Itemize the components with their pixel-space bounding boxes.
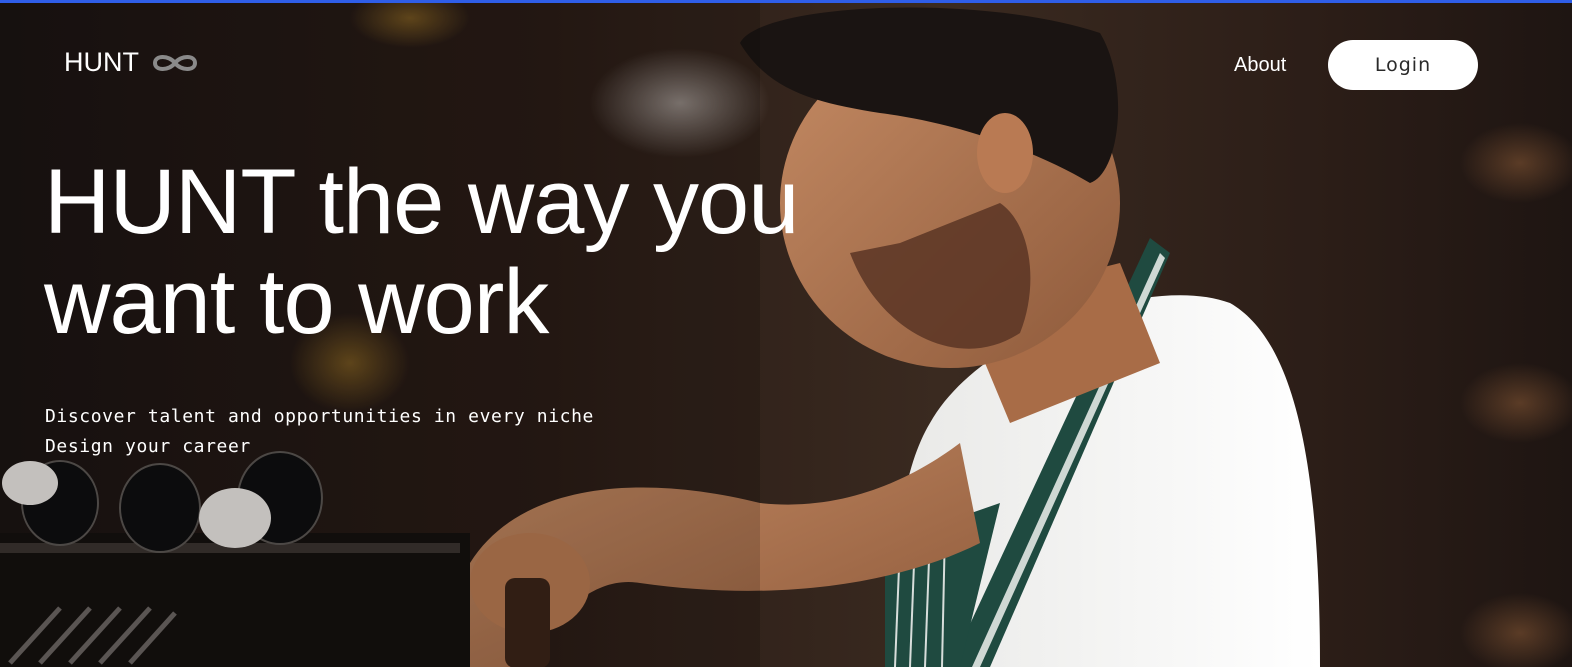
infinity-icon (152, 54, 198, 71)
login-button[interactable]: Login (1328, 40, 1478, 90)
headline-line-1: HUNT the way you (44, 151, 799, 253)
landing-page: HUNT About Login HUNT the way you want t… (0, 0, 1572, 667)
headline-line-2: want to work (44, 251, 549, 353)
nav-about-link[interactable]: About (1234, 54, 1286, 77)
top-accent-bar (0, 0, 1572, 3)
logo-link[interactable]: HUNT (64, 47, 201, 78)
subtext-line-1: Discover talent and opportunities in eve… (45, 406, 594, 427)
subtext-line-2: Design your career (45, 436, 251, 457)
logo-text: HUNT (64, 47, 139, 77)
hero-subtext: Discover talent and opportunities in eve… (45, 402, 594, 462)
hero-headline: HUNT the way you want to work (44, 152, 864, 352)
site-header: HUNT About Login (0, 3, 1572, 123)
